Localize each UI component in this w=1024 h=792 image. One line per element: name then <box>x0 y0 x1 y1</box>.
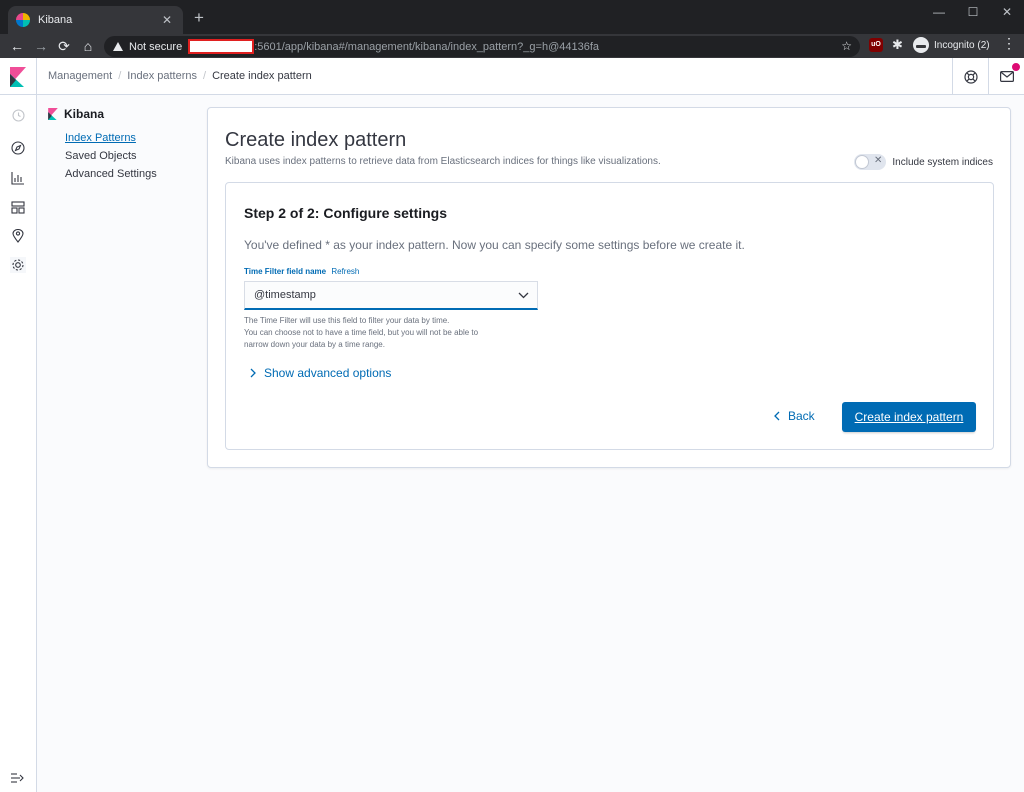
close-window-button[interactable]: ✕ <box>990 0 1024 24</box>
forward-arrow-icon[interactable]: → <box>32 37 50 55</box>
new-tab-button[interactable]: + <box>190 9 208 27</box>
create-index-pattern-button[interactable]: Create index pattern <box>842 402 976 432</box>
discover-compass-icon[interactable] <box>10 140 26 156</box>
incognito-label: Incognito (2) <box>934 39 990 51</box>
time-filter-field-select[interactable]: @timestamp <box>244 281 538 310</box>
back-label: Back <box>788 409 815 423</box>
toggle-knob <box>855 155 870 169</box>
warning-icon <box>113 42 123 51</box>
time-filter-help-text: The Time Filter will use this field to f… <box>244 315 544 351</box>
help-button[interactable] <box>952 58 988 95</box>
management-sidebar: Kibana Index Patterns Saved Objects Adva… <box>48 107 198 186</box>
bookmark-star-icon[interactable]: ☆ <box>841 39 852 53</box>
incognito-icon <box>913 37 929 53</box>
include-system-indices-toggle[interactable]: ✕ Include system indices <box>854 154 993 170</box>
sidebar-item-advanced-settings[interactable]: Advanced Settings <box>48 168 198 180</box>
chevron-down-icon <box>509 292 537 299</box>
browser-titlebar: Kibana ✕ + — ☐ ✕ <box>0 0 1024 34</box>
management-gear-icon[interactable] <box>10 257 26 273</box>
show-advanced-options-button[interactable]: Show advanced options <box>250 366 391 380</box>
help-line: The Time Filter will use this field to f… <box>244 316 450 325</box>
kibana-logo-icon[interactable] <box>0 58 37 95</box>
field-label-text: Time Filter field name <box>244 267 327 276</box>
dashboard-icon[interactable] <box>10 199 26 215</box>
breadcrumb-separator: / <box>203 70 207 82</box>
page-description: Kibana uses index patterns to retrieve d… <box>225 156 661 167</box>
breadcrumb-index-patterns[interactable]: Index patterns <box>127 70 197 82</box>
advanced-options-label: Show advanced options <box>264 366 392 380</box>
toggle-label: Include system indices <box>892 156 993 168</box>
url-text[interactable]: :5601/app/kibana#/management/kibana/inde… <box>254 41 599 53</box>
extensions-puzzle-icon[interactable]: ✱ <box>892 37 903 53</box>
step-settings-card: Step 2 of 2: Configure settings You've d… <box>225 182 994 450</box>
breadcrumb: Management / Index patterns / Create ind… <box>48 70 312 82</box>
home-icon[interactable]: ⌂ <box>79 37 97 55</box>
sidebar-item-index-patterns[interactable]: Index Patterns <box>48 132 198 144</box>
back-arrow-icon[interactable]: ← <box>8 37 26 55</box>
management-section-label: Kibana <box>64 107 105 121</box>
page-title: Create index pattern <box>225 129 407 151</box>
chevron-right-icon <box>250 368 256 378</box>
toggle-off-x-icon: ✕ <box>874 155 883 166</box>
chevron-left-icon <box>774 411 780 421</box>
kibana-favicon-icon <box>16 13 30 27</box>
breadcrumb-separator: / <box>118 70 122 82</box>
redacted-host <box>188 39 255 54</box>
browser-menu-icon[interactable]: ⋮ <box>1002 35 1016 52</box>
notification-badge <box>1011 62 1021 72</box>
time-filter-field-label: Time Filter field name Refresh <box>244 267 359 276</box>
create-index-pattern-panel: Create index pattern Kibana uses index p… <box>207 107 1011 468</box>
address-bar[interactable]: Not secure :5601/app/kibana#/management/… <box>104 36 860 57</box>
kibana-logo-icon <box>48 108 58 120</box>
toggle-switch[interactable]: ✕ <box>854 154 887 170</box>
breadcrumb-current: Create index pattern <box>212 70 312 82</box>
select-value: @timestamp <box>254 289 316 301</box>
back-button[interactable]: Back <box>774 409 815 423</box>
maximize-button[interactable]: ☐ <box>956 0 990 24</box>
browser-tab[interactable]: Kibana ✕ <box>8 6 183 34</box>
ublock-extension-icon[interactable]: uO <box>869 38 883 52</box>
refresh-link[interactable]: Refresh <box>331 267 359 276</box>
window-controls: — ☐ ✕ <box>922 0 1024 24</box>
newsfeed-button[interactable] <box>988 58 1024 95</box>
tab-close-icon[interactable]: ✕ <box>159 13 175 27</box>
recently-viewed-clock-icon[interactable] <box>10 107 26 123</box>
mail-icon <box>999 71 1014 82</box>
step-title: Step 2 of 2: Configure settings <box>244 205 448 221</box>
incognito-profile-button[interactable]: Incognito (2) <box>913 36 990 54</box>
sidebar-item-saved-objects[interactable]: Saved Objects <box>48 150 198 162</box>
help-line: narrow down your data by a time range. <box>244 340 385 349</box>
collapse-nav-icon[interactable] <box>10 771 24 789</box>
kibana-header: Management / Index patterns / Create ind… <box>0 58 1024 95</box>
security-label[interactable]: Not secure <box>129 41 182 53</box>
kibana-page: Management / Index patterns / Create ind… <box>0 58 1024 792</box>
help-lifebuoy-icon <box>963 69 978 84</box>
visualize-chart-icon[interactable] <box>10 170 26 186</box>
management-section-title: Kibana <box>48 107 198 121</box>
step-description: You've defined * as your index pattern. … <box>244 238 745 252</box>
maps-pin-icon[interactable] <box>10 228 26 244</box>
minimize-button[interactable]: — <box>922 0 956 24</box>
tab-title: Kibana <box>38 14 73 26</box>
kibana-side-nav <box>0 95 37 792</box>
reload-icon[interactable]: ⟳ <box>55 37 73 55</box>
help-line: You can choose not to have a time field,… <box>244 328 479 337</box>
breadcrumb-management[interactable]: Management <box>48 70 112 82</box>
